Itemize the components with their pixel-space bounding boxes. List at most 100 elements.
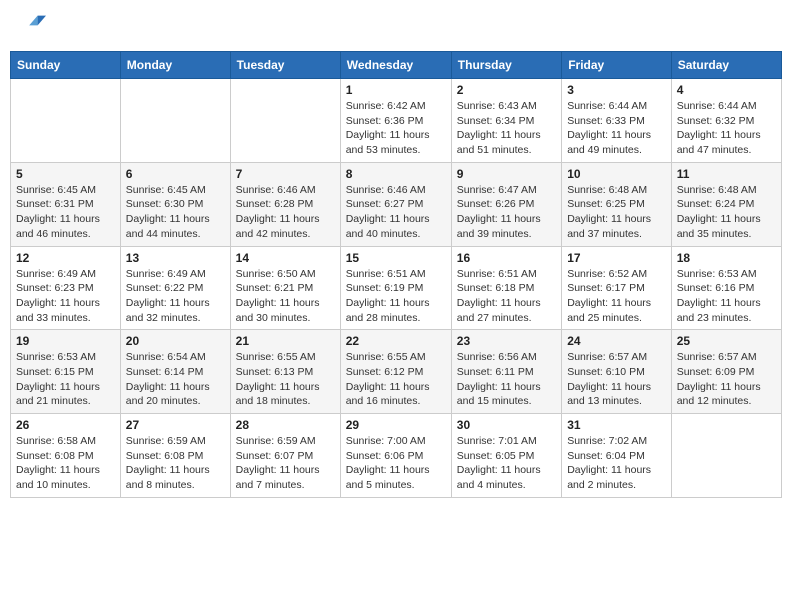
day-info: Sunrise: 6:56 AM Sunset: 6:11 PM Dayligh… [457, 350, 556, 409]
calendar-cell: 26 Sunrise: 6:58 AM Sunset: 6:08 PM Dayli… [11, 414, 121, 498]
day-number: 14 [236, 251, 335, 265]
day-info: Sunrise: 6:50 AM Sunset: 6:21 PM Dayligh… [236, 267, 335, 326]
calendar-week-5: 26 Sunrise: 6:58 AM Sunset: 6:08 PM Dayli… [11, 414, 782, 498]
day-number: 12 [16, 251, 115, 265]
calendar-cell: 27 Sunrise: 6:59 AM Sunset: 6:08 PM Dayli… [120, 414, 230, 498]
day-info: Sunrise: 6:47 AM Sunset: 6:26 PM Dayligh… [457, 183, 556, 242]
day-number: 16 [457, 251, 556, 265]
weekday-header-wednesday: Wednesday [340, 52, 451, 79]
calendar-table: SundayMondayTuesdayWednesdayThursdayFrid… [10, 51, 782, 498]
day-number: 18 [677, 251, 776, 265]
weekday-header-monday: Monday [120, 52, 230, 79]
day-info: Sunrise: 6:44 AM Sunset: 6:33 PM Dayligh… [567, 99, 666, 158]
day-info: Sunrise: 7:02 AM Sunset: 6:04 PM Dayligh… [567, 434, 666, 493]
day-info: Sunrise: 6:45 AM Sunset: 6:31 PM Dayligh… [16, 183, 115, 242]
calendar-cell: 16 Sunrise: 6:51 AM Sunset: 6:18 PM Dayli… [451, 246, 561, 330]
day-info: Sunrise: 6:55 AM Sunset: 6:12 PM Dayligh… [346, 350, 446, 409]
weekday-header-friday: Friday [562, 52, 672, 79]
day-number: 8 [346, 167, 446, 181]
calendar-cell: 5 Sunrise: 6:45 AM Sunset: 6:31 PM Daylig… [11, 162, 121, 246]
calendar-cell: 17Sunrise: 6:52 AM Sunset: 6:17 PM Dayli… [562, 246, 672, 330]
day-number: 21 [236, 334, 335, 348]
calendar-header: SundayMondayTuesdayWednesdayThursdayFrid… [11, 52, 782, 79]
day-info: Sunrise: 6:46 AM Sunset: 6:27 PM Dayligh… [346, 183, 446, 242]
day-number: 19 [16, 334, 115, 348]
calendar-cell: 23 Sunrise: 6:56 AM Sunset: 6:11 PM Dayli… [451, 330, 561, 414]
day-info: Sunrise: 6:51 AM Sunset: 6:19 PM Dayligh… [346, 267, 446, 326]
logo-icon [18, 10, 46, 38]
calendar-cell: 31 Sunrise: 7:02 AM Sunset: 6:04 PM Dayli… [562, 414, 672, 498]
weekday-header-sunday: Sunday [11, 52, 121, 79]
day-info: Sunrise: 6:42 AM Sunset: 6:36 PM Dayligh… [346, 99, 446, 158]
calendar-cell: 29 Sunrise: 7:00 AM Sunset: 6:06 PM Dayli… [340, 414, 451, 498]
day-info: Sunrise: 6:57 AM Sunset: 6:10 PM Dayligh… [567, 350, 666, 409]
day-info: Sunrise: 6:49 AM Sunset: 6:23 PM Dayligh… [16, 267, 115, 326]
day-number: 5 [16, 167, 115, 181]
calendar-cell: 10Sunrise: 6:48 AM Sunset: 6:25 PM Dayli… [562, 162, 672, 246]
calendar-cell: 12 Sunrise: 6:49 AM Sunset: 6:23 PM Dayli… [11, 246, 121, 330]
day-number: 4 [677, 83, 776, 97]
day-info: Sunrise: 6:55 AM Sunset: 6:13 PM Dayligh… [236, 350, 335, 409]
calendar-cell: 2Sunrise: 6:43 AM Sunset: 6:34 PM Daylig… [451, 79, 561, 163]
calendar-cell [120, 79, 230, 163]
calendar-cell [671, 414, 781, 498]
calendar-cell: 21 Sunrise: 6:55 AM Sunset: 6:13 PM Dayli… [230, 330, 340, 414]
logo [14, 10, 46, 43]
weekday-header-tuesday: Tuesday [230, 52, 340, 79]
page-header [10, 10, 782, 43]
calendar-week-2: 5 Sunrise: 6:45 AM Sunset: 6:31 PM Daylig… [11, 162, 782, 246]
weekday-header-row: SundayMondayTuesdayWednesdayThursdayFrid… [11, 52, 782, 79]
calendar-cell: 11Sunrise: 6:48 AM Sunset: 6:24 PM Dayli… [671, 162, 781, 246]
calendar-cell: 1 Sunrise: 6:42 AM Sunset: 6:36 PM Daylig… [340, 79, 451, 163]
day-number: 6 [126, 167, 225, 181]
calendar-cell: 15Sunrise: 6:51 AM Sunset: 6:19 PM Dayli… [340, 246, 451, 330]
day-number: 31 [567, 418, 666, 432]
day-info: Sunrise: 6:51 AM Sunset: 6:18 PM Dayligh… [457, 267, 556, 326]
day-number: 22 [346, 334, 446, 348]
calendar-cell: 7Sunrise: 6:46 AM Sunset: 6:28 PM Daylig… [230, 162, 340, 246]
day-number: 17 [567, 251, 666, 265]
calendar-cell: 24 Sunrise: 6:57 AM Sunset: 6:10 PM Dayli… [562, 330, 672, 414]
day-number: 9 [457, 167, 556, 181]
weekday-header-saturday: Saturday [671, 52, 781, 79]
day-number: 11 [677, 167, 776, 181]
calendar-cell: 20Sunrise: 6:54 AM Sunset: 6:14 PM Dayli… [120, 330, 230, 414]
calendar-week-1: 1 Sunrise: 6:42 AM Sunset: 6:36 PM Daylig… [11, 79, 782, 163]
day-number: 3 [567, 83, 666, 97]
day-number: 1 [346, 83, 446, 97]
day-info: Sunrise: 6:46 AM Sunset: 6:28 PM Dayligh… [236, 183, 335, 242]
day-info: Sunrise: 6:59 AM Sunset: 6:08 PM Dayligh… [126, 434, 225, 493]
day-info: Sunrise: 6:57 AM Sunset: 6:09 PM Dayligh… [677, 350, 776, 409]
day-info: Sunrise: 6:48 AM Sunset: 6:25 PM Dayligh… [567, 183, 666, 242]
day-info: Sunrise: 6:58 AM Sunset: 6:08 PM Dayligh… [16, 434, 115, 493]
day-info: Sunrise: 7:00 AM Sunset: 6:06 PM Dayligh… [346, 434, 446, 493]
calendar-cell: 3 Sunrise: 6:44 AM Sunset: 6:33 PM Daylig… [562, 79, 672, 163]
calendar-cell: 22 Sunrise: 6:55 AM Sunset: 6:12 PM Dayli… [340, 330, 451, 414]
day-number: 26 [16, 418, 115, 432]
day-info: Sunrise: 6:43 AM Sunset: 6:34 PM Dayligh… [457, 99, 556, 158]
calendar-cell: 14 Sunrise: 6:50 AM Sunset: 6:21 PM Dayli… [230, 246, 340, 330]
calendar-cell: 25Sunrise: 6:57 AM Sunset: 6:09 PM Dayli… [671, 330, 781, 414]
calendar-cell: 6Sunrise: 6:45 AM Sunset: 6:30 PM Daylig… [120, 162, 230, 246]
day-number: 28 [236, 418, 335, 432]
day-info: Sunrise: 7:01 AM Sunset: 6:05 PM Dayligh… [457, 434, 556, 493]
calendar-cell [11, 79, 121, 163]
day-info: Sunrise: 6:59 AM Sunset: 6:07 PM Dayligh… [236, 434, 335, 493]
calendar-cell: 28 Sunrise: 6:59 AM Sunset: 6:07 PM Dayli… [230, 414, 340, 498]
calendar-week-4: 19 Sunrise: 6:53 AM Sunset: 6:15 PM Dayli… [11, 330, 782, 414]
day-number: 27 [126, 418, 225, 432]
day-number: 23 [457, 334, 556, 348]
calendar-cell: 9 Sunrise: 6:47 AM Sunset: 6:26 PM Daylig… [451, 162, 561, 246]
calendar-cell: 19 Sunrise: 6:53 AM Sunset: 6:15 PM Dayli… [11, 330, 121, 414]
calendar-cell: 8 Sunrise: 6:46 AM Sunset: 6:27 PM Daylig… [340, 162, 451, 246]
calendar-body: 1 Sunrise: 6:42 AM Sunset: 6:36 PM Daylig… [11, 79, 782, 498]
day-number: 13 [126, 251, 225, 265]
calendar-cell: 18Sunrise: 6:53 AM Sunset: 6:16 PM Dayli… [671, 246, 781, 330]
day-number: 30 [457, 418, 556, 432]
day-number: 20 [126, 334, 225, 348]
calendar-cell: 13Sunrise: 6:49 AM Sunset: 6:22 PM Dayli… [120, 246, 230, 330]
day-number: 24 [567, 334, 666, 348]
day-info: Sunrise: 6:44 AM Sunset: 6:32 PM Dayligh… [677, 99, 776, 158]
day-number: 29 [346, 418, 446, 432]
day-info: Sunrise: 6:53 AM Sunset: 6:15 PM Dayligh… [16, 350, 115, 409]
